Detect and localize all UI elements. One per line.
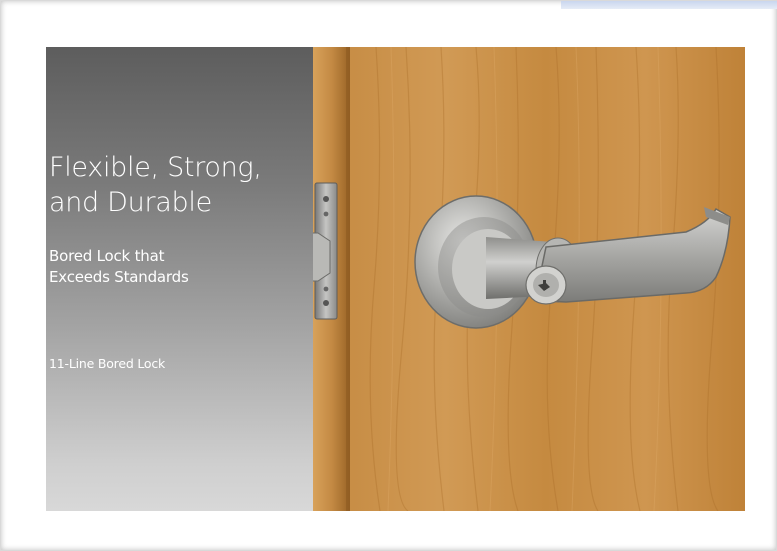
headline-line-1: Flexible, Strong, [49, 152, 262, 183]
subheadline-line-1: Bored Lock that [49, 247, 165, 265]
headline-panel: Flexible, Strong, and Durable Bored Lock… [46, 47, 313, 511]
headline-line-2: and Durable [49, 187, 212, 218]
subheadline: Bored Lock that Exceeds Standards [49, 246, 189, 288]
window-strip [561, 1, 777, 9]
product-name: 11-Line Bored Lock [49, 356, 166, 371]
headline: Flexible, Strong, and Durable [49, 150, 262, 220]
hero-card: Flexible, Strong, and Durable Bored Lock… [46, 47, 745, 511]
subheadline-line-2: Exceeds Standards [49, 268, 189, 286]
document-frame: Flexible, Strong, and Durable Bored Lock… [0, 0, 777, 551]
